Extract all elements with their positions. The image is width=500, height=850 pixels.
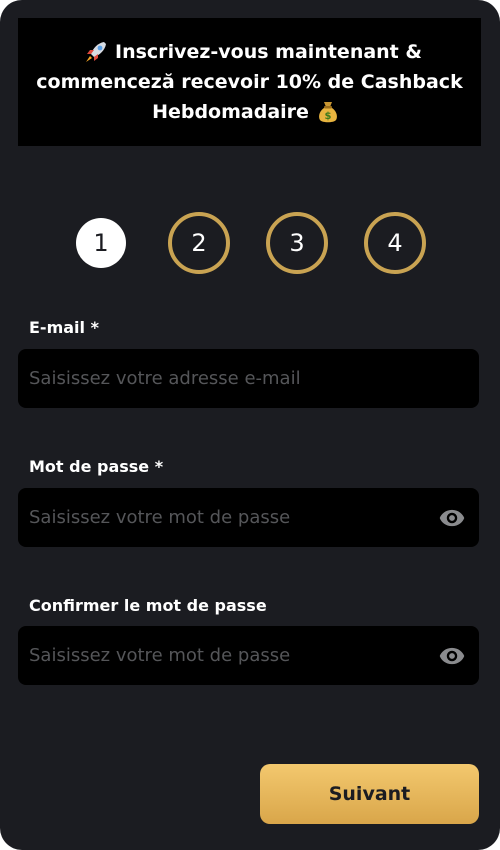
promo-line-1: Inscrivez-vous maintenant & xyxy=(77,37,422,67)
confirm-password-field[interactable] xyxy=(18,626,437,685)
promo-text-line-1: Inscrivez-vous maintenant & xyxy=(115,41,422,63)
toggle-confirm-password-visibility-button[interactable] xyxy=(437,641,467,671)
step-3: 3 xyxy=(266,212,328,274)
rocket-icon xyxy=(81,37,111,67)
next-button[interactable]: Suivant xyxy=(260,764,479,824)
promo-text-line-3: Hebdomadaire xyxy=(152,101,309,123)
signup-panel: Inscrivez-vous maintenant & commenceză r… xyxy=(0,0,500,850)
password-field-box xyxy=(18,488,479,547)
step-indicator: 1 2 3 4 xyxy=(0,212,500,274)
promo-banner: Inscrivez-vous maintenant & commenceză r… xyxy=(18,18,481,146)
confirm-password-field-box xyxy=(18,626,479,685)
step-1: 1 xyxy=(76,218,126,268)
promo-line-2: commenceză recevoir 10% de Cashback xyxy=(36,67,462,97)
email-field[interactable] xyxy=(18,349,479,408)
password-field[interactable] xyxy=(18,488,437,547)
confirm-password-label: Confirmer le mot de passe xyxy=(29,596,267,615)
money-bag-icon: $ xyxy=(313,97,343,127)
eye-icon xyxy=(439,509,465,526)
step-2: 2 xyxy=(168,212,230,274)
step-4: 4 xyxy=(364,212,426,274)
eye-icon xyxy=(439,647,465,664)
password-label: Mot de passe * xyxy=(29,457,164,476)
promo-text-line-2: commenceză recevoir 10% de Cashback xyxy=(36,71,463,93)
email-label: E-mail * xyxy=(29,318,99,337)
toggle-password-visibility-button[interactable] xyxy=(437,503,467,533)
svg-text:$: $ xyxy=(324,111,331,122)
promo-line-3: Hebdomadaire $ xyxy=(152,97,347,127)
email-field-box xyxy=(18,349,479,408)
